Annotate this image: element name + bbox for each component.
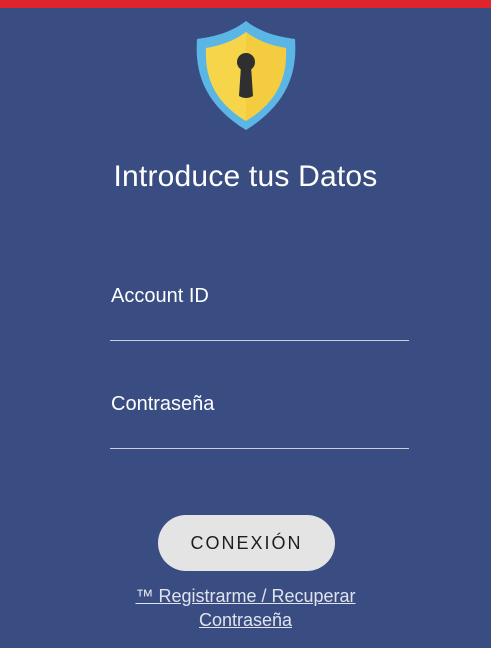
- register-recover-link[interactable]: ™ Registrarme / Recuperar Contraseña: [0, 584, 491, 632]
- register-link-line2[interactable]: Contraseña: [0, 608, 491, 632]
- password-input[interactable]: [110, 419, 409, 445]
- account-id-underline: [110, 340, 409, 341]
- register-link-line1[interactable]: ™ Registrarme / Recuperar: [0, 584, 491, 608]
- password-underline: [110, 448, 409, 449]
- page-title: Introduce tus Datos: [113, 160, 378, 193]
- top-accent-bar: [0, 0, 491, 8]
- account-id-label: Account ID: [111, 285, 209, 307]
- account-id-field[interactable]: Account ID: [110, 283, 409, 341]
- password-field[interactable]: Contraseña: [110, 391, 409, 449]
- password-label: Contraseña: [111, 393, 215, 415]
- connect-button[interactable]: CONEXIÓN: [158, 515, 335, 571]
- shield-keyhole-icon: [196, 21, 296, 130]
- account-id-input[interactable]: [110, 311, 409, 337]
